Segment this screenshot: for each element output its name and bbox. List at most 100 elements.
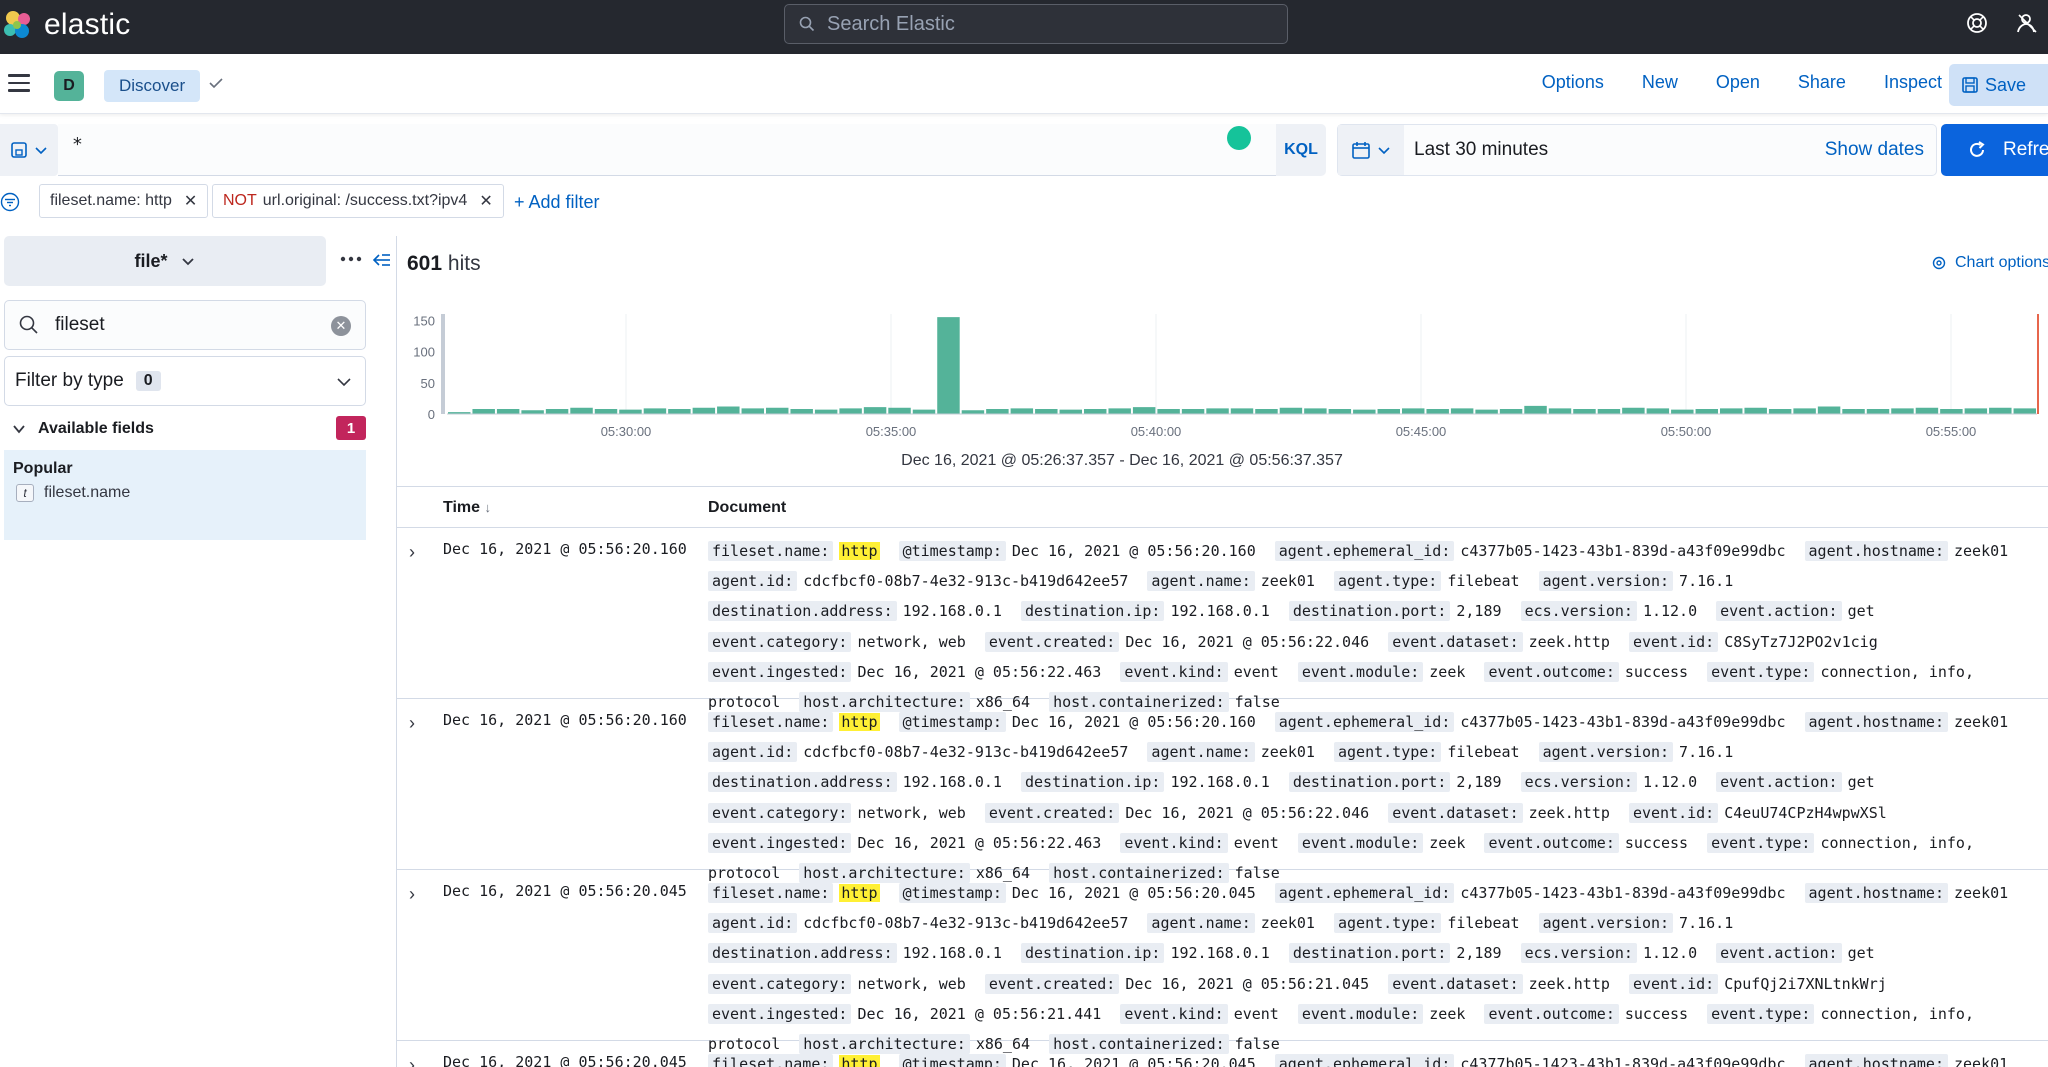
histogram-bar[interactable] — [1279, 407, 1303, 414]
histogram-bar[interactable] — [1108, 408, 1131, 414]
histogram-bar[interactable] — [1010, 408, 1034, 414]
histogram-bar[interactable] — [1402, 408, 1425, 414]
histogram-bar[interactable] — [1499, 409, 1523, 414]
sort-down-icon[interactable]: ↓ — [485, 500, 492, 515]
histogram-bar[interactable] — [863, 407, 887, 414]
histogram-bar[interactable] — [1548, 408, 1572, 414]
show-dates-link[interactable]: Show dates — [1825, 139, 1924, 161]
clear-icon[interactable]: ✕ — [331, 316, 351, 336]
histogram-bar[interactable] — [1304, 408, 1327, 414]
expand-row-icon[interactable]: › — [409, 884, 415, 905]
histogram-bar[interactable] — [741, 408, 764, 414]
field-search-input[interactable]: fileset ✕ — [4, 300, 366, 350]
histogram-bar[interactable] — [643, 408, 667, 414]
histogram-bar[interactable] — [790, 409, 813, 414]
histogram-bar[interactable] — [1671, 409, 1694, 414]
histogram-bar[interactable] — [1084, 409, 1107, 414]
global-search-input[interactable]: Search Elastic — [784, 4, 1288, 44]
filter-pill[interactable]: fileset.name: http ✕ — [39, 184, 209, 218]
histogram-bar[interactable] — [1377, 409, 1400, 414]
menu-toggle-icon[interactable] — [8, 74, 30, 97]
histogram-bar[interactable] — [1597, 409, 1621, 414]
histogram-bar[interactable] — [1059, 409, 1082, 414]
histogram-bar[interactable] — [1646, 408, 1670, 414]
quick-select-button[interactable] — [1338, 125, 1404, 175]
new-link[interactable]: New — [1642, 72, 1678, 93]
histogram-bar[interactable] — [912, 409, 936, 414]
histogram-bar[interactable] — [545, 409, 569, 414]
refresh-button[interactable]: Refresh — [1941, 124, 2048, 176]
histogram-bar[interactable] — [1622, 407, 1645, 414]
query-input[interactable]: * — [58, 124, 1276, 176]
histogram-bar[interactable] — [472, 409, 495, 414]
histogram-bar[interactable] — [1964, 408, 1988, 414]
histogram-bar[interactable] — [1524, 405, 1547, 414]
filter-by-type-button[interactable]: Filter by type 0 — [4, 356, 366, 406]
histogram-bar[interactable] — [1695, 409, 1718, 414]
histogram-bar[interactable] — [1768, 409, 1792, 414]
histogram-bar[interactable] — [570, 407, 593, 414]
options-link[interactable]: Options — [1542, 72, 1604, 93]
save-button[interactable]: Save — [1949, 64, 2048, 106]
inspect-link[interactable]: Inspect — [1884, 72, 1942, 93]
histogram-bar[interactable] — [1940, 409, 1963, 414]
collapse-sidebar-icon[interactable] — [372, 252, 392, 268]
table-row[interactable]: › Dec 16, 2021 @ 05:56:20.160 fileset.name… — [397, 528, 2048, 713]
histogram-bar[interactable] — [1744, 407, 1767, 414]
histogram-bar[interactable] — [1426, 409, 1449, 414]
saved-query-menu[interactable] — [0, 124, 58, 176]
histogram-bar[interactable] — [1450, 408, 1474, 414]
date-range-text[interactable]: Last 30 minutes — [1414, 139, 1548, 161]
column-header-time[interactable]: Time ↓ — [443, 499, 491, 517]
histogram-bar[interactable] — [692, 407, 716, 414]
table-row[interactable]: › Dec 16, 2021 @ 05:56:20.045 fileset.name… — [397, 1041, 2048, 1067]
close-icon[interactable]: ✕ — [479, 191, 492, 211]
histogram-bar[interactable] — [888, 407, 911, 414]
chart-options-button[interactable]: Chart options — [1931, 254, 2048, 272]
histogram-bar[interactable] — [1915, 407, 1939, 414]
histogram-bar[interactable] — [1989, 407, 2012, 414]
histogram-bar[interactable] — [668, 409, 691, 414]
histogram-bar[interactable] — [1353, 409, 1376, 414]
histogram-bar[interactable] — [937, 317, 960, 414]
histogram-bar[interactable] — [1891, 408, 1914, 414]
histogram-bar[interactable] — [1475, 409, 1498, 414]
grammarly-icon[interactable] — [1227, 126, 1251, 150]
histogram-bar[interactable] — [619, 409, 642, 414]
histogram-bar[interactable] — [814, 409, 838, 414]
histogram-bar[interactable] — [1230, 408, 1254, 414]
histogram-bar[interactable] — [1132, 407, 1156, 414]
histogram-bar[interactable] — [1866, 409, 1890, 414]
histogram-bar[interactable] — [986, 409, 1009, 414]
breadcrumb-discover[interactable]: Discover — [104, 70, 201, 102]
histogram-chart[interactable]: 0 50 100 150 05:30:00 05:35:00 05:40:00 05:45:… — [397, 306, 2048, 446]
histogram-bar[interactable] — [766, 407, 789, 414]
elastic-logo[interactable]: elastic — [2, 8, 130, 42]
histogram-bar[interactable] — [496, 409, 520, 414]
more-options-icon[interactable] — [340, 254, 362, 264]
available-fields-toggle[interactable]: Available fields 1 — [12, 416, 366, 442]
expand-row-icon[interactable]: › — [409, 713, 415, 734]
open-link[interactable]: Open — [1716, 72, 1760, 93]
filter-menu-icon[interactable] — [0, 192, 20, 212]
space-avatar[interactable]: D — [54, 71, 84, 101]
histogram-bar[interactable] — [594, 409, 618, 414]
table-row[interactable]: › Dec 16, 2021 @ 05:56:20.160 fileset.name… — [397, 699, 2048, 884]
index-pattern-selector[interactable]: file* — [4, 236, 326, 286]
histogram-bar[interactable] — [1573, 409, 1596, 414]
histogram-bar[interactable] — [521, 410, 544, 414]
help-icon[interactable] — [1966, 12, 1988, 34]
histogram-bar[interactable] — [1720, 408, 1743, 414]
histogram-bar[interactable] — [961, 410, 985, 414]
table-row[interactable]: › Dec 16, 2021 @ 05:56:20.045 fileset.name… — [397, 870, 2048, 1055]
filter-pill[interactable]: NOT url.original: /success.txt?ipv4 ✕ — [212, 184, 504, 218]
histogram-bar[interactable] — [1255, 409, 1278, 414]
histogram-bar[interactable] — [1181, 409, 1205, 414]
histogram-bar[interactable] — [717, 406, 740, 415]
close-icon[interactable]: ✕ — [184, 191, 197, 211]
date-picker[interactable]: Last 30 minutes Show dates — [1337, 124, 1937, 176]
histogram-bar[interactable] — [1206, 408, 1229, 414]
histogram-bar[interactable] — [1793, 408, 1816, 414]
histogram-bar[interactable] — [1157, 409, 1180, 414]
histogram-bar[interactable] — [2013, 408, 2036, 414]
